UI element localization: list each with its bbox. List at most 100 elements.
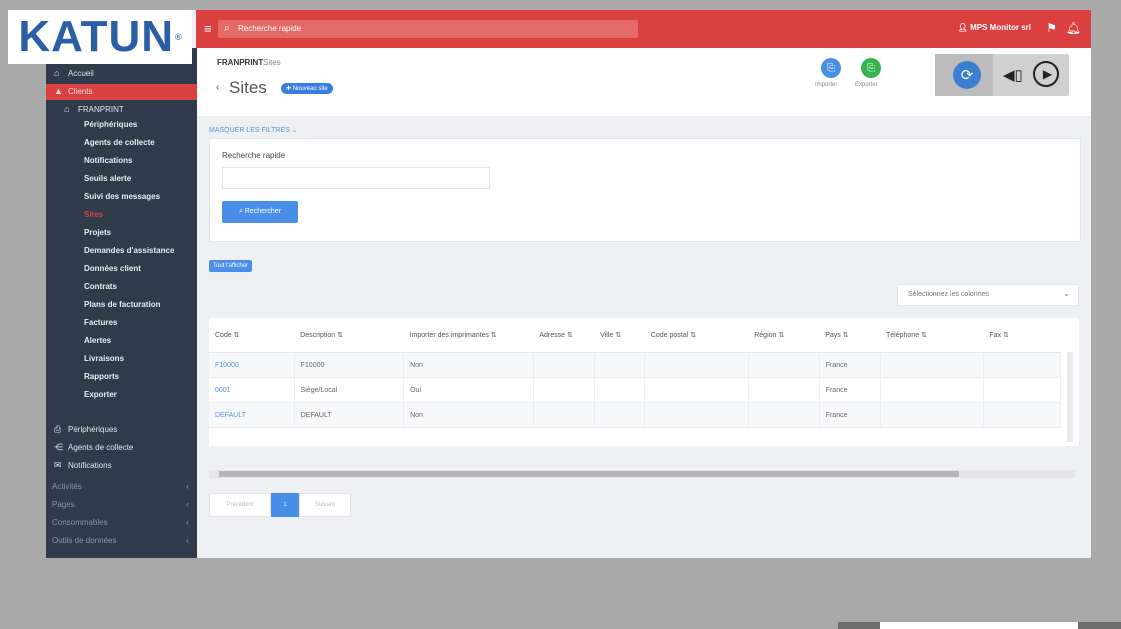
sidebar-item-label: Accueil — [68, 69, 94, 78]
rotate-icon[interactable]: ⟳ — [953, 61, 981, 89]
global-search-input[interactable]: ⌕ Recherche rapide — [218, 20, 638, 38]
home-icon: ⌂ — [64, 104, 70, 114]
col-code-postal[interactable]: Code postal ⇅ — [644, 318, 749, 353]
overlay-box — [880, 622, 1078, 629]
export-button[interactable]: ⎘ — [861, 58, 881, 78]
sidebar-subitem[interactable]: Exporter — [84, 390, 117, 399]
volume-icon[interactable]: ◀︎▯ — [1003, 66, 1023, 84]
table-row[interactable]: 0001 Siège/Local Oui France — [209, 377, 1062, 403]
user-menu[interactable]: 👤︎ MPS Monitor srl — [958, 23, 1031, 32]
col-description[interactable]: Description ⇅ — [294, 318, 404, 353]
pagination-prev[interactable]: Précédent — [209, 493, 271, 517]
flag-icon[interactable]: ⚑ — [1046, 21, 1057, 35]
user-name: MPS Monitor srl — [970, 23, 1031, 32]
export-label: Exporter — [855, 82, 878, 88]
col-pays[interactable]: Pays ⇅ — [819, 318, 880, 353]
sidebar-subitem[interactable]: Notifications — [84, 156, 132, 165]
home-icon: ⌂ — [54, 68, 60, 78]
chevron-left-icon: ‹ — [186, 535, 189, 545]
chevron-left-icon: ‹ — [186, 499, 189, 509]
horizontal-scrollbar[interactable] — [209, 470, 1075, 478]
hide-filters-link[interactable]: MASQUER LES FILTRES ⌄ — [209, 126, 298, 134]
sidebar-subitem[interactable]: Rapports — [84, 372, 119, 381]
sidebar-subitem[interactable]: Sites — [84, 210, 103, 219]
table-cell — [983, 352, 1062, 378]
chevron-left-icon: ‹ — [186, 517, 189, 527]
sidebar-item-activites[interactable]: Activités — [52, 482, 82, 491]
table-cell — [533, 352, 595, 378]
scrollbar-thumb[interactable] — [219, 471, 959, 477]
sidebar-subitem[interactable]: Suivi des messages — [84, 192, 160, 201]
sidebar-item-label: Agents de collecte — [68, 443, 134, 452]
play-icon[interactable]: ▶ — [1033, 61, 1059, 87]
column-select[interactable]: Sélectionnez les colonnes ⌄ — [897, 284, 1079, 306]
search-icon: ⌕ — [224, 23, 230, 34]
overlay-bar — [1078, 622, 1121, 629]
sidebar-item-outils[interactable]: Outils de données — [52, 536, 117, 545]
page-header: FRANPRINT / Sites ‹ Sites ✚ Nouveau site… — [197, 48, 1091, 116]
sidebar-subitem[interactable]: Agents de collecte — [84, 138, 155, 147]
col-code[interactable]: Code ⇅ — [209, 318, 295, 353]
pagination-page[interactable]: 1 — [271, 493, 299, 517]
sidebar-item-label: Notifications — [68, 461, 112, 470]
sidebar-item-clients[interactable]: ▲ Clients — [46, 84, 197, 100]
table-cell — [594, 402, 646, 428]
col-fax[interactable]: Fax ⇅ — [983, 318, 1061, 353]
sidebar-subitem[interactable]: Projets — [84, 228, 111, 237]
sidebar-item-accueil[interactable]: ⌂ Accueil — [46, 66, 197, 82]
printer-icon: ⎙ — [54, 424, 62, 434]
sidebar-subitem[interactable]: Alertes — [84, 336, 111, 345]
quick-search-input[interactable] — [222, 167, 490, 189]
back-icon[interactable]: ‹ — [216, 82, 219, 93]
sidebar-subitem[interactable]: Seuils alerte — [84, 174, 131, 183]
hamburger-icon[interactable]: ≡ — [204, 21, 212, 36]
col-adresse[interactable]: Adresse ⇅ — [533, 318, 595, 353]
new-site-button[interactable]: ✚ Nouveau site — [281, 83, 333, 94]
col-telephone[interactable]: Téléphone ⇅ — [880, 318, 984, 353]
sidebar-subitem[interactable]: Contrats — [84, 282, 117, 291]
table-cell[interactable]: DEFAULT — [209, 402, 295, 428]
pagination-next[interactable]: Suivant — [299, 493, 351, 517]
sidebar-item-consommables[interactable]: Consommables — [52, 518, 108, 527]
table-row[interactable]: F10000 F10000 Non France — [209, 352, 1062, 378]
sites-table: Code ⇅ Description ⇅ Importer des imprim… — [209, 318, 1079, 446]
import-button[interactable]: ⎘ — [821, 58, 841, 78]
sidebar-subitem[interactable]: Périphériques — [84, 120, 137, 129]
table-cell — [748, 377, 820, 403]
sidebar-item-peripheriques[interactable]: ⎙ Périphériques — [46, 422, 197, 438]
sidebar-subitem[interactable]: Demandes d'assistance — [84, 246, 174, 255]
table-cell — [880, 402, 984, 428]
sidebar-item-notifications[interactable]: ✉ Notifications — [46, 458, 197, 474]
import-icon: ⎘ — [827, 62, 835, 74]
sidebar-item-label: Périphériques — [68, 425, 118, 434]
export-icon: ⎘ — [867, 62, 875, 74]
show-all-button[interactable]: Tout l'afficher — [209, 260, 253, 272]
bell-icon[interactable]: 🔔︎ — [1066, 21, 1081, 35]
media-controls: ⟳ ◀︎▯ ▶ — [935, 54, 1069, 96]
col-region[interactable]: Région ⇅ — [748, 318, 820, 353]
sidebar-subitem[interactable]: Factures — [84, 318, 117, 327]
table-cell — [533, 377, 595, 403]
sidebar-subitem[interactable]: Plans de facturation — [84, 300, 160, 309]
table-cell[interactable]: F10000 — [209, 352, 295, 378]
breadcrumb-separator: / — [255, 58, 258, 67]
search-button[interactable]: ⌕ Rechercher — [222, 201, 298, 223]
sidebar-subitem[interactable]: Données client — [84, 264, 141, 273]
main-content: FRANPRINT / Sites ‹ Sites ✚ Nouveau site… — [197, 48, 1091, 558]
sidebar-item-pages[interactable]: Pages — [52, 500, 75, 509]
table-cell: DEFAULT — [294, 402, 405, 428]
table-cell[interactable]: 0001 — [209, 377, 295, 403]
sidebar-item-label: FRANPRINT — [78, 105, 124, 114]
col-import[interactable]: Importer des imprimantes ⇅ — [403, 318, 534, 353]
chevron-down-icon: ⌄ — [1063, 289, 1070, 298]
vertical-scrollbar[interactable] — [1067, 352, 1073, 442]
sidebar-item-company[interactable]: ⌂ FRANPRINT — [46, 102, 197, 118]
sidebar-subitem[interactable]: Livraisons — [84, 354, 124, 363]
quick-search-label: Recherche rapide — [222, 151, 286, 160]
logo: KATUN ® — [8, 10, 192, 64]
table-row[interactable]: DEFAULT DEFAULT Non France — [209, 402, 1062, 428]
page-title: Sites — [229, 78, 267, 97]
table-header-row: Code ⇅ Description ⇅ Importer des imprim… — [209, 318, 1061, 353]
sidebar-item-agents[interactable]: ⋲ Agents de collecte — [46, 440, 197, 456]
col-ville[interactable]: Ville ⇅ — [594, 318, 645, 353]
